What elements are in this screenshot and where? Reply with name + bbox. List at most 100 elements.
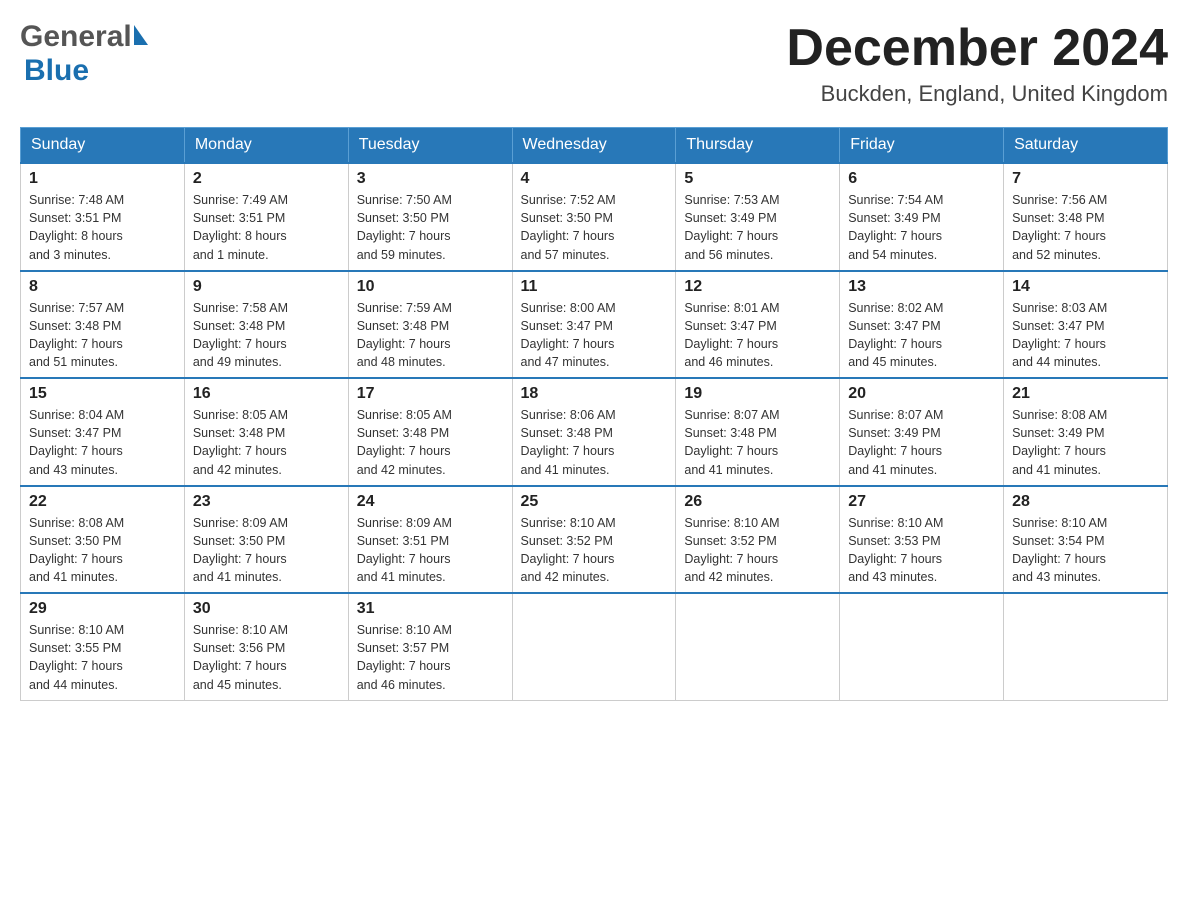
logo-general-text: General (20, 20, 132, 54)
day-info: Sunrise: 8:10 AMSunset: 3:54 PMDaylight:… (1012, 514, 1159, 587)
table-row: 8 Sunrise: 7:57 AMSunset: 3:48 PMDayligh… (21, 271, 185, 379)
table-row: 15 Sunrise: 8:04 AMSunset: 3:47 PMDaylig… (21, 378, 185, 486)
logo: General Blue (20, 20, 148, 88)
day-info: Sunrise: 7:59 AMSunset: 3:48 PMDaylight:… (357, 299, 504, 372)
day-number: 20 (848, 385, 995, 403)
day-number: 24 (357, 493, 504, 511)
day-info: Sunrise: 7:49 AMSunset: 3:51 PMDaylight:… (193, 191, 340, 264)
table-row: 28 Sunrise: 8:10 AMSunset: 3:54 PMDaylig… (1004, 486, 1168, 594)
day-number: 8 (29, 278, 176, 296)
title-area: December 2024 Buckden, England, United K… (786, 20, 1168, 107)
table-row: 7 Sunrise: 7:56 AMSunset: 3:48 PMDayligh… (1004, 163, 1168, 271)
week-row: 22 Sunrise: 8:08 AMSunset: 3:50 PMDaylig… (21, 486, 1168, 594)
table-row: 9 Sunrise: 7:58 AMSunset: 3:48 PMDayligh… (184, 271, 348, 379)
day-number: 2 (193, 170, 340, 188)
table-row: 4 Sunrise: 7:52 AMSunset: 3:50 PMDayligh… (512, 163, 676, 271)
table-row: 23 Sunrise: 8:09 AMSunset: 3:50 PMDaylig… (184, 486, 348, 594)
table-row: 1 Sunrise: 7:48 AMSunset: 3:51 PMDayligh… (21, 163, 185, 271)
table-row: 5 Sunrise: 7:53 AMSunset: 3:49 PMDayligh… (676, 163, 840, 271)
day-number: 13 (848, 278, 995, 296)
day-info: Sunrise: 8:10 AMSunset: 3:57 PMDaylight:… (357, 621, 504, 694)
day-info: Sunrise: 7:57 AMSunset: 3:48 PMDaylight:… (29, 299, 176, 372)
col-sunday: Sunday (21, 128, 185, 164)
day-info: Sunrise: 8:02 AMSunset: 3:47 PMDaylight:… (848, 299, 995, 372)
table-row: 13 Sunrise: 8:02 AMSunset: 3:47 PMDaylig… (840, 271, 1004, 379)
day-number: 16 (193, 385, 340, 403)
day-info: Sunrise: 8:07 AMSunset: 3:49 PMDaylight:… (848, 406, 995, 479)
day-number: 26 (684, 493, 831, 511)
day-number: 6 (848, 170, 995, 188)
col-tuesday: Tuesday (348, 128, 512, 164)
day-number: 12 (684, 278, 831, 296)
week-row: 1 Sunrise: 7:48 AMSunset: 3:51 PMDayligh… (21, 163, 1168, 271)
day-number: 30 (193, 600, 340, 618)
location-subtitle: Buckden, England, United Kingdom (786, 81, 1168, 107)
day-number: 14 (1012, 278, 1159, 296)
day-info: Sunrise: 8:04 AMSunset: 3:47 PMDaylight:… (29, 406, 176, 479)
day-number: 7 (1012, 170, 1159, 188)
day-info: Sunrise: 7:54 AMSunset: 3:49 PMDaylight:… (848, 191, 995, 264)
day-info: Sunrise: 8:08 AMSunset: 3:50 PMDaylight:… (29, 514, 176, 587)
day-info: Sunrise: 8:10 AMSunset: 3:56 PMDaylight:… (193, 621, 340, 694)
table-row: 3 Sunrise: 7:50 AMSunset: 3:50 PMDayligh… (348, 163, 512, 271)
table-row (676, 593, 840, 700)
day-info: Sunrise: 7:53 AMSunset: 3:49 PMDaylight:… (684, 191, 831, 264)
day-info: Sunrise: 7:58 AMSunset: 3:48 PMDaylight:… (193, 299, 340, 372)
table-row: 16 Sunrise: 8:05 AMSunset: 3:48 PMDaylig… (184, 378, 348, 486)
day-info: Sunrise: 7:48 AMSunset: 3:51 PMDaylight:… (29, 191, 176, 264)
day-number: 15 (29, 385, 176, 403)
table-row: 6 Sunrise: 7:54 AMSunset: 3:49 PMDayligh… (840, 163, 1004, 271)
month-title: December 2024 (786, 20, 1168, 77)
day-number: 29 (29, 600, 176, 618)
day-info: Sunrise: 8:09 AMSunset: 3:50 PMDaylight:… (193, 514, 340, 587)
day-number: 28 (1012, 493, 1159, 511)
table-row: 17 Sunrise: 8:05 AMSunset: 3:48 PMDaylig… (348, 378, 512, 486)
day-info: Sunrise: 8:10 AMSunset: 3:53 PMDaylight:… (848, 514, 995, 587)
day-number: 1 (29, 170, 176, 188)
col-monday: Monday (184, 128, 348, 164)
table-row: 25 Sunrise: 8:10 AMSunset: 3:52 PMDaylig… (512, 486, 676, 594)
table-row: 2 Sunrise: 7:49 AMSunset: 3:51 PMDayligh… (184, 163, 348, 271)
table-row: 12 Sunrise: 8:01 AMSunset: 3:47 PMDaylig… (676, 271, 840, 379)
table-row (512, 593, 676, 700)
day-number: 9 (193, 278, 340, 296)
table-row: 22 Sunrise: 8:08 AMSunset: 3:50 PMDaylig… (21, 486, 185, 594)
day-number: 5 (684, 170, 831, 188)
table-row: 27 Sunrise: 8:10 AMSunset: 3:53 PMDaylig… (840, 486, 1004, 594)
day-info: Sunrise: 8:07 AMSunset: 3:48 PMDaylight:… (684, 406, 831, 479)
day-info: Sunrise: 8:05 AMSunset: 3:48 PMDaylight:… (357, 406, 504, 479)
day-info: Sunrise: 8:01 AMSunset: 3:47 PMDaylight:… (684, 299, 831, 372)
day-number: 4 (521, 170, 668, 188)
day-info: Sunrise: 8:00 AMSunset: 3:47 PMDaylight:… (521, 299, 668, 372)
col-wednesday: Wednesday (512, 128, 676, 164)
day-info: Sunrise: 8:10 AMSunset: 3:55 PMDaylight:… (29, 621, 176, 694)
calendar-table: Sunday Monday Tuesday Wednesday Thursday… (20, 127, 1168, 701)
day-info: Sunrise: 8:06 AMSunset: 3:48 PMDaylight:… (521, 406, 668, 479)
table-row: 11 Sunrise: 8:00 AMSunset: 3:47 PMDaylig… (512, 271, 676, 379)
table-row: 18 Sunrise: 8:06 AMSunset: 3:48 PMDaylig… (512, 378, 676, 486)
week-row: 15 Sunrise: 8:04 AMSunset: 3:47 PMDaylig… (21, 378, 1168, 486)
col-saturday: Saturday (1004, 128, 1168, 164)
day-number: 27 (848, 493, 995, 511)
day-info: Sunrise: 7:52 AMSunset: 3:50 PMDaylight:… (521, 191, 668, 264)
header-row: Sunday Monday Tuesday Wednesday Thursday… (21, 128, 1168, 164)
day-info: Sunrise: 8:10 AMSunset: 3:52 PMDaylight:… (521, 514, 668, 587)
day-info: Sunrise: 8:08 AMSunset: 3:49 PMDaylight:… (1012, 406, 1159, 479)
day-info: Sunrise: 8:10 AMSunset: 3:52 PMDaylight:… (684, 514, 831, 587)
table-row: 29 Sunrise: 8:10 AMSunset: 3:55 PMDaylig… (21, 593, 185, 700)
day-number: 31 (357, 600, 504, 618)
day-info: Sunrise: 7:50 AMSunset: 3:50 PMDaylight:… (357, 191, 504, 264)
table-row: 19 Sunrise: 8:07 AMSunset: 3:48 PMDaylig… (676, 378, 840, 486)
table-row: 14 Sunrise: 8:03 AMSunset: 3:47 PMDaylig… (1004, 271, 1168, 379)
table-row (840, 593, 1004, 700)
day-info: Sunrise: 8:05 AMSunset: 3:48 PMDaylight:… (193, 406, 340, 479)
header: General Blue December 2024 Buckden, Engl… (20, 20, 1168, 107)
table-row: 10 Sunrise: 7:59 AMSunset: 3:48 PMDaylig… (348, 271, 512, 379)
day-number: 23 (193, 493, 340, 511)
day-number: 22 (29, 493, 176, 511)
table-row: 30 Sunrise: 8:10 AMSunset: 3:56 PMDaylig… (184, 593, 348, 700)
day-number: 25 (521, 493, 668, 511)
day-number: 19 (684, 385, 831, 403)
day-number: 21 (1012, 385, 1159, 403)
table-row (1004, 593, 1168, 700)
